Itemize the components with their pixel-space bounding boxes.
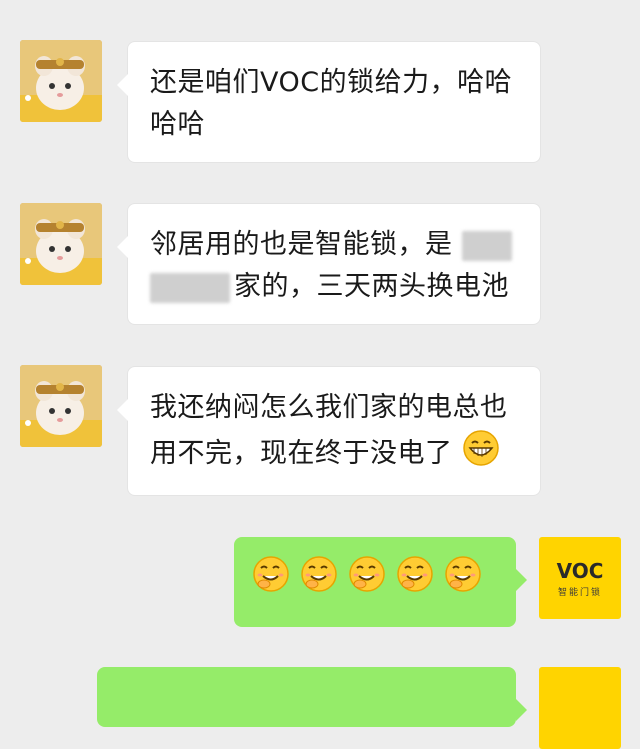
shy-grin-emoji bbox=[444, 555, 482, 606]
grin-emoji bbox=[462, 429, 500, 480]
message-bubble-own[interactable] bbox=[234, 537, 527, 627]
emoji-row bbox=[252, 556, 482, 595]
message-bubble[interactable]: 我还纳闷怎么我们家的电总也 用不完，现在终于没电了 bbox=[117, 366, 541, 496]
redacted-brand bbox=[461, 230, 512, 261]
message-text: 还是咱们VOC的锁给力，哈哈 bbox=[150, 67, 513, 98]
message-text: 我还纳闷怎么我们家的电总也 bbox=[150, 392, 508, 423]
message-text: 家的，三天两头换电池 bbox=[234, 271, 509, 302]
shy-grin-emoji bbox=[396, 555, 434, 606]
message-bubble-own[interactable] bbox=[97, 667, 527, 727]
message-bubble[interactable]: 还是咱们VOC的锁给力，哈哈 哈哈 bbox=[117, 41, 541, 163]
shy-grin-emoji bbox=[252, 555, 290, 606]
shy-grin-emoji bbox=[348, 555, 386, 606]
redacted-brand bbox=[150, 272, 230, 303]
own-avatar[interactable] bbox=[539, 667, 621, 749]
shy-grin-emoji bbox=[300, 555, 338, 606]
voc-logo-subtitle: 智能门锁 bbox=[557, 588, 602, 598]
message-bubble[interactable]: 邻居用的也是智能锁，是 家的，三天两头换电池 bbox=[117, 203, 541, 325]
message-text: 邻居用的也是智能锁，是 bbox=[150, 229, 453, 260]
message-text: 用不完，现在终于没电了 bbox=[150, 438, 453, 469]
contact-avatar[interactable] bbox=[20, 365, 102, 447]
chat-area: 还是咱们VOC的锁给力，哈哈 哈哈 邻居用的也是智能锁，是 家的，三天两头换电池 bbox=[0, 0, 640, 749]
own-avatar[interactable]: VOC 智能门锁 bbox=[539, 537, 621, 619]
voc-logo: VOC bbox=[556, 559, 604, 583]
contact-avatar[interactable] bbox=[20, 40, 102, 122]
contact-avatar[interactable] bbox=[20, 203, 102, 285]
message-text: 哈哈 bbox=[150, 109, 205, 140]
